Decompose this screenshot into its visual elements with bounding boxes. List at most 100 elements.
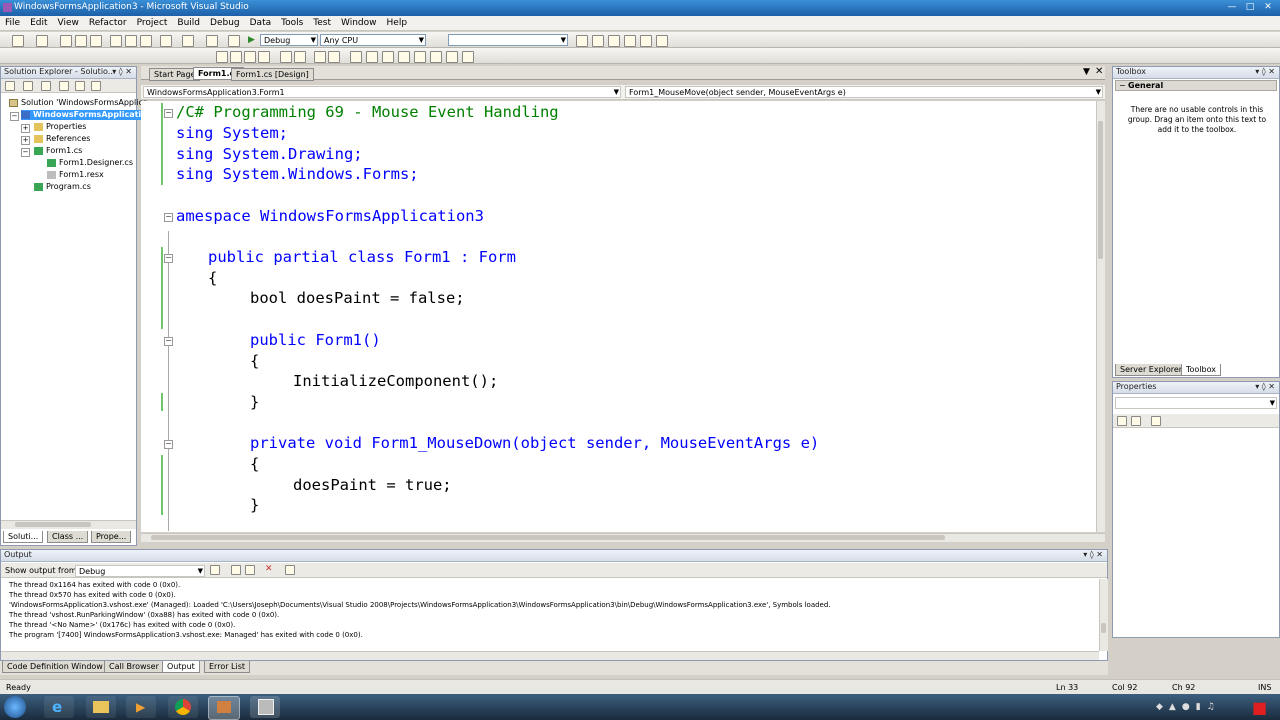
- pin-close-icons[interactable]: ▾ ◊ ✕: [1083, 550, 1103, 560]
- visual-studio-taskbar-icon[interactable]: [208, 696, 240, 720]
- pin-close-icons[interactable]: ▾ ◊ ✕: [112, 67, 132, 77]
- go-to-previous-message-icon[interactable]: [231, 565, 241, 575]
- solution-explorer-icon[interactable]: [592, 35, 604, 47]
- menu-help[interactable]: Help: [382, 16, 413, 31]
- find-in-files-icon[interactable]: [576, 35, 588, 47]
- output-vscroll[interactable]: [1099, 579, 1108, 651]
- member-dropdown[interactable]: Form1_MouseMove(object sender, MouseEven…: [625, 86, 1103, 98]
- collapse-icon[interactable]: −: [21, 148, 30, 157]
- collapse-icon[interactable]: −: [164, 213, 173, 222]
- menu-file[interactable]: File: [0, 16, 25, 31]
- display-word-completion-icon[interactable]: [258, 51, 270, 63]
- internet-explorer-icon[interactable]: e: [44, 696, 74, 718]
- save-all-icon[interactable]: [90, 35, 102, 47]
- minimize-icon[interactable]: —: [1222, 1, 1242, 14]
- display-parameter-info-icon[interactable]: [230, 51, 242, 63]
- property-pages-icon[interactable]: [1151, 416, 1161, 426]
- solution-explorer-hscroll[interactable]: [1, 520, 136, 529]
- expand-icon[interactable]: +: [21, 124, 30, 133]
- file-explorer-icon[interactable]: [86, 696, 116, 718]
- show-all-files-icon[interactable]: [23, 81, 33, 91]
- scroll-thumb[interactable]: [151, 535, 945, 540]
- menu-project[interactable]: Project: [132, 16, 173, 31]
- add-item-icon[interactable]: [36, 35, 48, 47]
- collapse-icon[interactable]: −: [164, 109, 173, 118]
- solution-platform-combo[interactable]: Any CPU ▼: [320, 34, 426, 46]
- code-editor[interactable]: − − − − − /C# Programming 69 - Mouse Eve…: [141, 101, 1105, 532]
- editor-hscroll[interactable]: [141, 533, 1105, 542]
- tab-server-explorer[interactable]: Server Explorer: [1115, 364, 1188, 376]
- toggle-bookmark-icon[interactable]: [350, 51, 362, 63]
- comment-lines-icon[interactable]: [314, 51, 326, 63]
- find-message-icon[interactable]: [210, 565, 220, 575]
- collapse-icon[interactable]: −: [164, 440, 173, 449]
- cut-icon[interactable]: [110, 35, 122, 47]
- tree-item-form1-designer[interactable]: Form1.Designer.cs: [47, 158, 133, 168]
- tree-item-properties[interactable]: Properties: [34, 122, 86, 132]
- redo-icon[interactable]: [182, 35, 194, 47]
- navigate-back-icon[interactable]: [206, 35, 218, 47]
- scroll-thumb[interactable]: [1101, 623, 1106, 633]
- find-combo[interactable]: ▼: [448, 34, 568, 46]
- tree-item-form1-resx[interactable]: Form1.resx: [47, 170, 104, 180]
- solution-configuration-combo[interactable]: Debug ▼: [260, 34, 318, 46]
- start-button-icon[interactable]: [4, 696, 26, 718]
- pin-close-icons[interactable]: ▾ ◊ ✕: [1255, 382, 1275, 392]
- menu-debug[interactable]: Debug: [205, 16, 245, 31]
- toolbox-icon[interactable]: [640, 35, 652, 47]
- editor-vscroll[interactable]: [1096, 101, 1105, 532]
- menu-tools[interactable]: Tools: [276, 16, 308, 31]
- object-browser-icon[interactable]: [624, 35, 636, 47]
- view-designer-icon[interactable]: [75, 81, 85, 91]
- menu-build[interactable]: Build: [172, 16, 205, 31]
- view-class-diagram-icon[interactable]: [91, 81, 101, 91]
- open-file-icon[interactable]: [60, 35, 72, 47]
- tree-item-form1-cs[interactable]: Form1.cs: [34, 146, 82, 156]
- next-bookmark-in-document-icon[interactable]: [446, 51, 458, 63]
- view-code-icon[interactable]: [59, 81, 69, 91]
- previous-bookmark-icon[interactable]: [366, 51, 378, 63]
- tree-item-project[interactable]: WindowsFormsApplication3: [21, 110, 160, 120]
- tree-item-references[interactable]: References: [34, 134, 90, 144]
- new-project-icon[interactable]: [12, 35, 24, 47]
- pin-close-icons[interactable]: ▾ ◊ ✕: [1255, 67, 1275, 77]
- previous-bookmark-in-document-icon[interactable]: [430, 51, 442, 63]
- menu-test[interactable]: Test: [308, 16, 336, 31]
- properties-icon[interactable]: [5, 81, 15, 91]
- menu-window[interactable]: Window: [336, 16, 382, 31]
- toolbox-group-general[interactable]: − General: [1115, 80, 1277, 91]
- menu-data[interactable]: Data: [245, 16, 277, 31]
- chrome-icon[interactable]: [168, 696, 198, 718]
- menu-edit[interactable]: Edit: [25, 16, 52, 31]
- collapse-icon[interactable]: −: [10, 112, 19, 121]
- close-icon[interactable]: ✕: [1258, 1, 1278, 14]
- collapse-icon[interactable]: −: [164, 337, 173, 346]
- tab-solution-explorer[interactable]: Soluti...: [3, 531, 44, 543]
- menu-refactor[interactable]: Refactor: [84, 16, 132, 31]
- properties-window-icon[interactable]: [608, 35, 620, 47]
- clear-bookmarks-icon[interactable]: [462, 51, 474, 63]
- previous-bookmark-in-folder-icon[interactable]: [398, 51, 410, 63]
- uncomment-lines-icon[interactable]: [328, 51, 340, 63]
- next-bookmark-in-folder-icon[interactable]: [414, 51, 426, 63]
- tab-error-list[interactable]: Error List: [204, 661, 251, 673]
- undo-icon[interactable]: [160, 35, 172, 47]
- display-object-member-list-icon[interactable]: [216, 51, 228, 63]
- expand-icon[interactable]: +: [21, 136, 30, 145]
- tab-call-browser[interactable]: Call Browser: [104, 661, 164, 673]
- navigate-forward-icon[interactable]: [228, 35, 240, 47]
- close-document-icon[interactable]: ✕: [1095, 66, 1103, 77]
- copy-icon[interactable]: [125, 35, 137, 47]
- app-window-taskbar-icon[interactable]: [250, 696, 280, 718]
- tree-item-program-cs[interactable]: Program.cs: [34, 182, 91, 192]
- tab-class-view[interactable]: Class ...: [47, 531, 89, 543]
- start-debug-icon[interactable]: ▶: [248, 35, 255, 45]
- decrease-indent-icon[interactable]: [280, 51, 292, 63]
- media-player-icon[interactable]: ▶: [126, 696, 156, 718]
- output-hscroll[interactable]: [1, 651, 1099, 660]
- refresh-icon[interactable]: [41, 81, 51, 91]
- class-dropdown[interactable]: WindowsFormsApplication3.Form1 ▼: [143, 86, 621, 98]
- next-bookmark-icon[interactable]: [382, 51, 394, 63]
- tab-property-manager[interactable]: Prope...: [91, 531, 132, 543]
- paste-icon[interactable]: [140, 35, 152, 47]
